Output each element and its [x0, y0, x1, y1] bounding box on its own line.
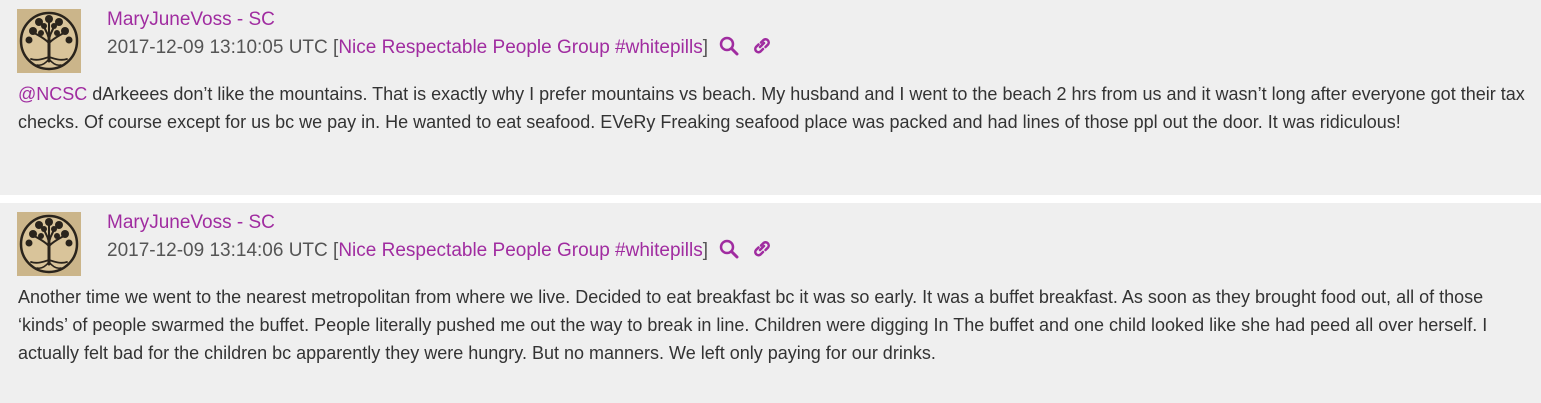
post: MaryJuneVoss - SC 2017-12-09 13:10:05 UT… [0, 0, 1541, 195]
post: MaryJuneVoss - SC 2017-12-09 13:14:06 UT… [0, 203, 1541, 403]
close-bracket: ] [702, 240, 708, 261]
timestamp: 2017-12-09 13:10:05 UTC [107, 37, 328, 58]
search-icon[interactable] [719, 239, 739, 265]
post-body: Another time we went to the nearest metr… [18, 283, 1528, 367]
author-link[interactable]: MaryJuneVoss - SC [107, 9, 275, 31]
tree-of-life-icon [17, 9, 81, 73]
post-body: @NCSC dArkeees don’t like the mountains.… [18, 80, 1528, 136]
post-body-text: Another time we went to the nearest metr… [18, 287, 1488, 363]
avatar[interactable] [17, 9, 81, 73]
post-meta: 2017-12-09 13:10:05 UTC [Nice Respectabl… [107, 36, 773, 62]
tree-of-life-icon [17, 212, 81, 276]
group-link[interactable]: Nice Respectable People Group #whitepill… [338, 240, 702, 261]
group-link[interactable]: Nice Respectable People Group #whitepill… [338, 37, 702, 58]
post-meta: 2017-12-09 13:14:06 UTC [Nice Respectabl… [107, 239, 773, 265]
mention-link[interactable]: @NCSC [18, 84, 87, 104]
close-bracket: ] [702, 37, 708, 58]
avatar[interactable] [17, 212, 81, 276]
link-icon[interactable] [751, 36, 773, 62]
search-icon[interactable] [719, 36, 739, 62]
timestamp: 2017-12-09 13:14:06 UTC [107, 240, 328, 261]
link-icon[interactable] [751, 239, 773, 265]
post-body-text: dArkeees don’t like the mountains. That … [18, 84, 1525, 132]
author-link[interactable]: MaryJuneVoss - SC [107, 212, 275, 234]
